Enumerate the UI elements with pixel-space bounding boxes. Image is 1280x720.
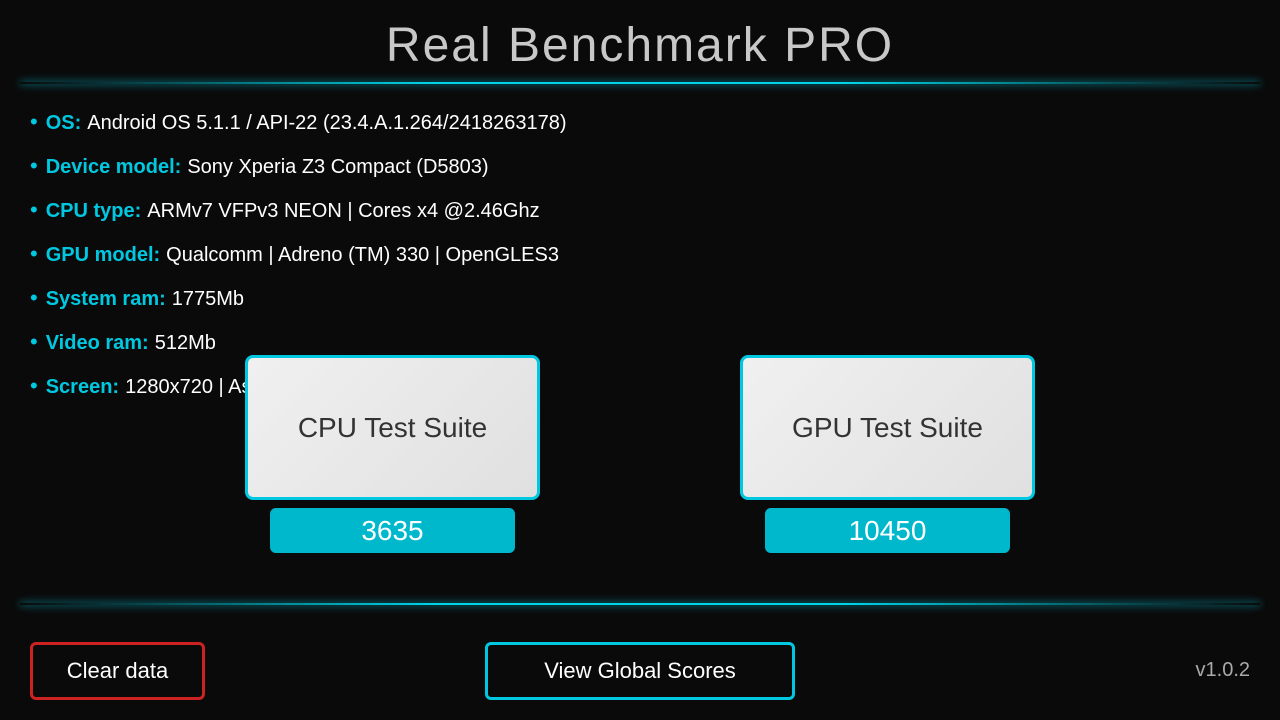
- gpu-model-label: GPU model:: [46, 235, 160, 275]
- os-row: • OS: Android OS 5.1.1 / API-22 (23.4.A.…: [30, 100, 567, 144]
- bullet-device-model: •: [30, 144, 38, 188]
- device-model-value: Sony Xperia Z3 Compact (D5803): [187, 147, 488, 187]
- gpu-test-card[interactable]: GPU Test Suite: [740, 355, 1035, 500]
- clear-data-button[interactable]: Clear data: [30, 642, 205, 700]
- cpu-type-row: • CPU type: ARMv7 VFPv3 NEON | Cores x4 …: [30, 188, 567, 232]
- device-model-row: • Device model: Sony Xperia Z3 Compact (…: [30, 144, 567, 188]
- cpu-score-badge[interactable]: 3635: [270, 508, 515, 553]
- bullet-cpu-type: •: [30, 188, 38, 232]
- gpu-model-value: Qualcomm | Adreno (TM) 330 | OpenGLES3: [166, 235, 559, 275]
- view-global-scores-button[interactable]: View Global Scores: [485, 642, 795, 700]
- gpu-test-container: GPU Test Suite 10450: [740, 355, 1035, 553]
- gpu-model-row: • GPU model: Qualcomm | Adreno (TM) 330 …: [30, 232, 567, 276]
- cpu-test-container: CPU Test Suite 3635: [245, 355, 540, 553]
- cpu-test-label: CPU Test Suite: [298, 412, 487, 444]
- os-value: Android OS 5.1.1 / API-22 (23.4.A.1.264/…: [87, 103, 566, 143]
- cpu-test-card[interactable]: CPU Test Suite: [245, 355, 540, 500]
- cpu-type-label: CPU type:: [46, 191, 142, 231]
- gpu-test-label: GPU Test Suite: [792, 412, 983, 444]
- cpu-score-value: 3635: [361, 515, 423, 547]
- top-divider-line: [20, 82, 1260, 84]
- bottom-divider-line: [20, 603, 1260, 605]
- gpu-score-value: 10450: [849, 515, 927, 547]
- system-ram-value: 1775Mb: [172, 279, 244, 319]
- app-title: Real Benchmark PRO: [0, 0, 1280, 73]
- device-model-label: Device model:: [46, 147, 182, 187]
- bullet-system-ram: •: [30, 276, 38, 320]
- bottom-bar: Clear data View Global Scores: [0, 642, 1280, 700]
- gpu-score-badge[interactable]: 10450: [765, 508, 1010, 553]
- system-ram-label: System ram:: [46, 279, 166, 319]
- bullet-os: •: [30, 100, 38, 144]
- test-cards-section: CPU Test Suite 3635 GPU Test Suite 10450: [0, 355, 1280, 553]
- system-ram-row: • System ram: 1775Mb: [30, 276, 567, 320]
- version-label: v1.0.2: [1196, 659, 1250, 682]
- cpu-type-value: ARMv7 VFPv3 NEON | Cores x4 @2.46Ghz: [147, 191, 539, 231]
- os-label: OS:: [46, 103, 82, 143]
- bullet-gpu-model: •: [30, 232, 38, 276]
